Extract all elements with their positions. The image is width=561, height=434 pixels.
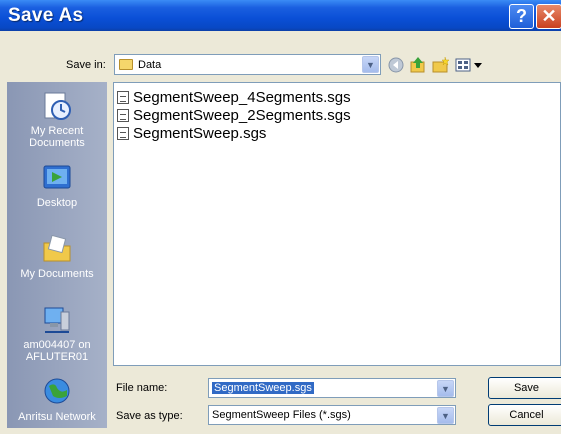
places-item-label: Anritsu Network: [18, 411, 96, 423]
save-as-type-value: SegmentSweep Files (*.sgs): [212, 409, 351, 421]
new-folder-icon: [432, 56, 450, 73]
file-name-label: File name:: [116, 382, 168, 394]
recent-documents-icon: [41, 90, 73, 122]
cancel-button-label: Cancel: [509, 409, 544, 421]
save-button-label: Save: [513, 382, 540, 394]
close-icon: ✕: [541, 6, 557, 26]
chevron-down-icon[interactable]: ▼: [362, 56, 379, 73]
file-name-field[interactable]: SegmentSweep.sgs ▼: [208, 378, 456, 398]
file-name: SegmentSweep_4Segments.sgs: [133, 88, 351, 106]
up-folder-icon: [410, 57, 425, 73]
save-as-type-select[interactable]: SegmentSweep Files (*.sgs) ▼: [208, 405, 456, 425]
sgs-file-icon: [117, 126, 129, 140]
new-folder-button[interactable]: [432, 56, 450, 74]
list-item[interactable]: SegmentSweep_4Segments.sgs: [117, 88, 351, 106]
file-name-value[interactable]: SegmentSweep.sgs: [212, 382, 314, 394]
close-button[interactable]: ✕: [536, 4, 561, 29]
file-name: SegmentSweep_2Segments.sgs: [133, 106, 351, 124]
places-item-my-documents[interactable]: My Documents: [7, 233, 107, 280]
title-bar[interactable]: Save As ? ✕: [0, 0, 561, 31]
places-item-recent[interactable]: My Recent Documents: [7, 90, 107, 149]
places-item-label: Desktop: [36, 197, 78, 209]
help-icon: ?: [516, 6, 527, 26]
help-button[interactable]: ?: [509, 4, 534, 29]
cancel-button[interactable]: Cancel: [488, 404, 561, 426]
places-item-network-computer[interactable]: am004407 on AFLUTER01: [7, 304, 107, 363]
views-menu-button[interactable]: [455, 56, 485, 74]
places-item-label: My Documents: [20, 268, 94, 280]
desktop-icon: [41, 162, 73, 194]
back-button[interactable]: [387, 56, 405, 74]
sgs-file-icon: [117, 108, 129, 122]
save-in-value: Data: [138, 58, 162, 71]
places-item-desktop[interactable]: Desktop: [7, 162, 107, 209]
list-item[interactable]: SegmentSweep_2Segments.sgs: [117, 106, 351, 124]
places-item-label: am004407 on AFLUTER01: [23, 339, 91, 363]
places-item-label: My Recent Documents: [29, 125, 85, 149]
save-in-label: Save in:: [66, 59, 106, 71]
my-documents-icon: [41, 233, 73, 265]
network-computer-icon: [41, 304, 73, 336]
views-menu-icon: [455, 58, 482, 72]
folder-icon: [119, 59, 133, 70]
file-list[interactable]: SegmentSweep_4Segments.sgs SegmentSweep_…: [113, 82, 561, 366]
save-as-type-label: Save as type:: [116, 410, 183, 422]
up-folder-button[interactable]: [409, 56, 427, 74]
back-arrow-icon: [388, 57, 404, 73]
list-item[interactable]: SegmentSweep.sgs: [117, 124, 266, 142]
places-bar: My Recent Documents Desktop My Documents…: [7, 82, 107, 428]
sgs-file-icon: [117, 90, 129, 104]
window-title: Save As: [8, 5, 84, 26]
file-name: SegmentSweep.sgs: [133, 124, 267, 142]
save-button[interactable]: Save: [488, 377, 561, 399]
network-globe-icon: [41, 376, 73, 408]
chevron-down-icon[interactable]: ▼: [437, 407, 454, 424]
places-item-network[interactable]: Anritsu Network: [7, 376, 107, 423]
save-in-combo[interactable]: Data ▼: [114, 54, 381, 75]
chevron-down-icon[interactable]: ▼: [437, 380, 454, 397]
